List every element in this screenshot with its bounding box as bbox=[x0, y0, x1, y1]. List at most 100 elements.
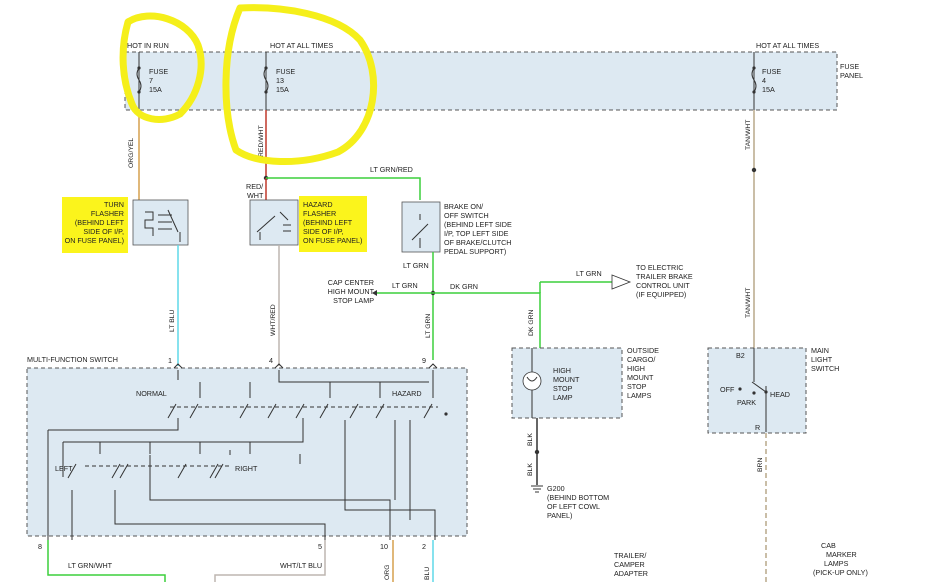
fuse-13-header: HOT AT ALL TIMES bbox=[270, 41, 333, 50]
fuse-7-rating: 15A bbox=[149, 85, 162, 94]
wire-label-lt-blu: LT BLU bbox=[169, 309, 176, 332]
cap-center-text-3: STOP LAMP bbox=[333, 296, 374, 305]
brake-switch-text-3: (BEHIND LEFT SIDE bbox=[444, 220, 512, 229]
high-mount-lamp-text-3: STOP bbox=[553, 384, 573, 393]
wire-label-wht: WHT bbox=[247, 191, 264, 200]
outside-cargo-text-3: HIGH bbox=[627, 364, 645, 373]
cab-marker-text-4: (PICK-UP ONLY) bbox=[813, 568, 868, 577]
brake-switch-text-4: I/P, TOP LEFT SIDE bbox=[444, 229, 509, 238]
mls-b2: B2 bbox=[736, 351, 745, 360]
pin-5: 5 bbox=[318, 542, 322, 551]
main-light-switch-text-3: SWITCH bbox=[811, 364, 839, 373]
fuse-panel-label-1: FUSE bbox=[840, 62, 859, 71]
trailer-brake-text-4: (IF EQUIPPED) bbox=[636, 290, 686, 299]
wire-label-dk-grn-v: DK GRN bbox=[528, 309, 535, 336]
hazard-flasher-text-1: HAZARD bbox=[303, 200, 333, 209]
mfs-right: RIGHT bbox=[235, 464, 258, 473]
fuse-7-label: FUSE bbox=[149, 67, 168, 76]
wire-label-lt-grn-wht: LT GRN/WHT bbox=[68, 561, 113, 570]
high-mount-lamp-text-1: HIGH bbox=[553, 366, 571, 375]
fuse-4-number: 4 bbox=[762, 76, 766, 85]
turn-flasher-text-4: SIDE OF I/P, bbox=[83, 227, 124, 236]
mfs-normal: NORMAL bbox=[136, 389, 167, 398]
mls-park: PARK bbox=[737, 398, 756, 407]
fuse-4-label: FUSE bbox=[762, 67, 781, 76]
trailer-brake-text-2: TRAILER BRAKE bbox=[636, 272, 693, 281]
outside-cargo-text-6: LAMPS bbox=[627, 391, 652, 400]
cab-marker-text-2: MARKER bbox=[826, 550, 857, 559]
trailer-brake-connector bbox=[611, 274, 632, 290]
trailer-adapter-text-2: CAMPER bbox=[614, 560, 645, 569]
brake-switch bbox=[401, 201, 441, 253]
fuse-panel-label-2: PANEL bbox=[840, 71, 863, 80]
wire-label-lt-grn-2: LT GRN bbox=[392, 281, 418, 290]
brake-switch-text-5: OF BRAKE/CLUTCH bbox=[444, 238, 512, 247]
pin-2: 2 bbox=[422, 542, 426, 551]
wiring-diagram: FUSE PANEL HOT IN RUN FUSE 7 15A HOT AT … bbox=[26, 4, 868, 582]
trailer-adapter-text-1: TRAILER/ bbox=[614, 551, 646, 560]
fuse-13-rating: 15A bbox=[276, 85, 289, 94]
wire-label-wht-red: WHT/RED bbox=[270, 304, 277, 336]
hazard-flasher-text-4: SIDE OF I/P, bbox=[303, 227, 344, 236]
ground-icon bbox=[531, 485, 543, 493]
high-mount-lamp-text-4: LAMP bbox=[553, 393, 573, 402]
hazard-flasher-text-2: FLASHER bbox=[303, 209, 336, 218]
trailer-brake-text-1: TO ELECTRIC bbox=[636, 263, 683, 272]
main-light-switch-text-1: MAIN bbox=[811, 346, 829, 355]
wire-label-lt-grn-trailer: LT GRN bbox=[576, 269, 602, 278]
pin-8: 8 bbox=[38, 542, 42, 551]
wire-label-red-slash: RED/ bbox=[246, 182, 263, 191]
brake-switch-text-1: BRAKE ON/ bbox=[444, 202, 483, 211]
wire-label-lt-grn-3: LT GRN bbox=[425, 314, 432, 338]
mls-head: HEAD bbox=[770, 390, 790, 399]
brake-switch-text-6: PEDAL SUPPORT) bbox=[444, 247, 506, 256]
wire-label-lt-grn-red: LT GRN/RED bbox=[370, 165, 413, 174]
pin-9: 9 bbox=[422, 356, 426, 365]
turn-flasher-text-3: (BEHIND LEFT bbox=[75, 218, 125, 227]
wire-label-wht-lt-blu: WHT/LT BLU bbox=[280, 561, 322, 570]
fuse-7-number: 7 bbox=[149, 76, 153, 85]
fuse-4-rating: 15A bbox=[762, 85, 775, 94]
fuse-7-header: HOT IN RUN bbox=[127, 41, 169, 50]
mfs-left: LEFT bbox=[55, 464, 73, 473]
wire-dk-grn bbox=[433, 292, 541, 348]
ground-text-1: G200 bbox=[547, 484, 565, 493]
cap-center-text-1: CAP CENTER bbox=[328, 278, 374, 287]
mls-off: OFF bbox=[720, 385, 735, 394]
trailer-adapter-text-3: ADAPTER bbox=[614, 569, 648, 578]
wire-label-blk-2: BLK bbox=[527, 463, 534, 476]
wire-label-org: ORG bbox=[384, 565, 391, 580]
outside-cargo-text-5: STOP bbox=[627, 382, 647, 391]
trailer-brake-text-3: CONTROL UNIT bbox=[636, 281, 690, 290]
ground-text-3: OF LEFT COWL bbox=[547, 502, 600, 511]
ground-text-2: (BEHIND BOTTOM bbox=[547, 493, 609, 502]
outside-cargo-text-2: CARGO/ bbox=[627, 355, 655, 364]
fuse-4-header: HOT AT ALL TIMES bbox=[756, 41, 819, 50]
fuse-13-label: FUSE bbox=[276, 67, 295, 76]
turn-flasher-text-1: TURN bbox=[104, 200, 124, 209]
wire-label-red-wht: RED/WHT bbox=[258, 125, 265, 157]
turn-flasher-text-5: ON FUSE PANEL) bbox=[65, 236, 124, 245]
brake-switch-text-2: OFF SWITCH bbox=[444, 211, 489, 220]
wire-label-lt-grn-1: LT GRN bbox=[403, 261, 429, 270]
pin-1: 1 bbox=[168, 356, 172, 365]
mls-r: R bbox=[755, 423, 760, 432]
wire-label-tan-wht-top: TAN/WHT bbox=[745, 120, 752, 150]
wire-label-brn: BRN bbox=[757, 458, 764, 472]
cab-marker-text-1: CAB bbox=[821, 541, 836, 550]
cab-marker-text-3: LAMPS bbox=[824, 559, 849, 568]
pin-4: 4 bbox=[269, 356, 273, 365]
wire-label-blk-1: BLK bbox=[527, 433, 534, 446]
wire-label-org-yel: ORG/YEL bbox=[128, 138, 135, 168]
wire-label-blu: BLU bbox=[424, 567, 431, 580]
mfs-title: MULTI-FUNCTION SWITCH bbox=[27, 355, 118, 364]
outside-cargo-text-4: MOUNT bbox=[627, 373, 654, 382]
ground-text-4: PANEL) bbox=[547, 511, 572, 520]
turn-flasher-text-2: FLASHER bbox=[91, 209, 124, 218]
high-mount-lamp-text-2: MOUNT bbox=[553, 375, 580, 384]
fuse-13-number: 13 bbox=[276, 76, 284, 85]
main-light-switch-text-2: LIGHT bbox=[811, 355, 833, 364]
hazard-flasher-text-3: (BEHIND LEFT bbox=[303, 218, 353, 227]
wire-label-tan-wht-bottom: TAN/WHT bbox=[745, 288, 752, 318]
cap-center-text-2: HIGH MOUNT bbox=[328, 287, 375, 296]
